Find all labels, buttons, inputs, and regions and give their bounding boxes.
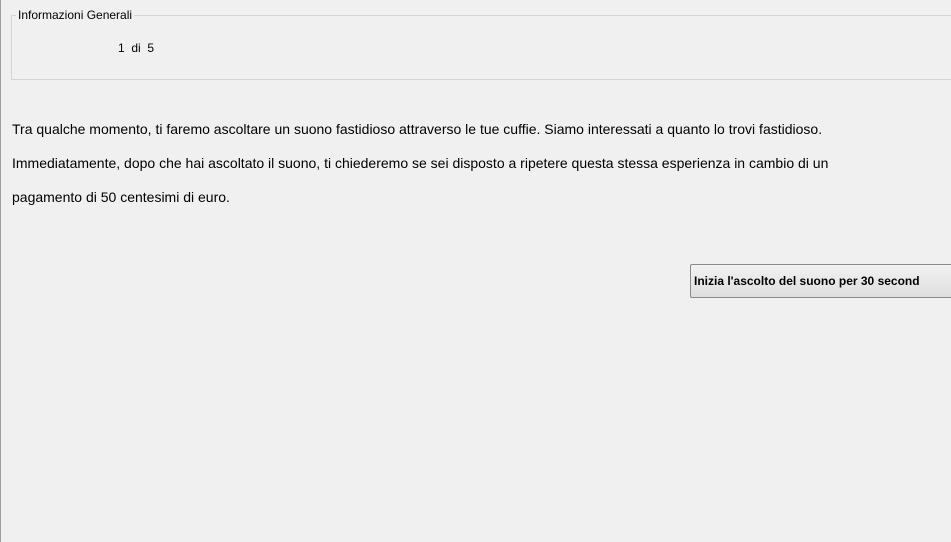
- general-info-legend: Informazioni Generali: [16, 7, 135, 23]
- survey-window: Informazioni Generali 1 di 5 Tra qualche…: [0, 0, 951, 542]
- general-info-groupbox: Informazioni Generali 1 di 5: [11, 7, 951, 80]
- start-listening-button[interactable]: Inizia l'ascolto del suono per 30 second: [690, 264, 951, 298]
- instructions-line-3: pagamento di 50 centesimi di euro.: [12, 189, 230, 205]
- instructions-text: Tra qualche momento, ti faremo ascoltare…: [12, 112, 950, 214]
- instructions-line-1: Tra qualche momento, ti faremo ascoltare…: [12, 121, 823, 137]
- progress-counter: 1 di 5: [118, 41, 155, 55]
- instructions-line-2: Immediatamente, dopo che hai ascoltato i…: [12, 155, 829, 171]
